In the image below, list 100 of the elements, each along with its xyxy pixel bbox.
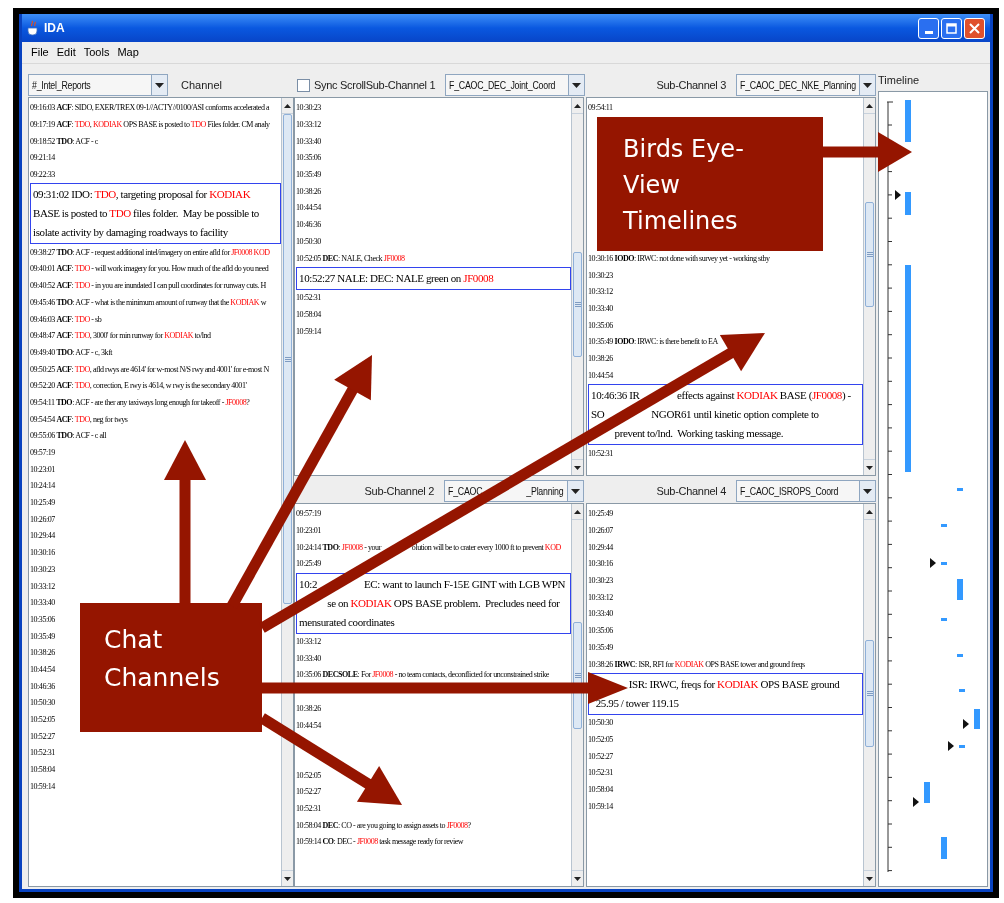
message-time: 10:30:23 — [296, 102, 321, 115]
message-time: 10:24:14 — [30, 480, 55, 493]
channel-dropdown[interactable]: F_CAOC_DEC_Joint_Coord — [445, 74, 586, 96]
message-time: 10:30:23 — [588, 269, 613, 282]
chat-message: 10:52:27 NALE: DEC: NALE green on JF0008 — [296, 266, 572, 290]
message-time: 10:46:36 — [296, 219, 321, 232]
message-time: 10:52:27 — [30, 730, 55, 743]
chat-message: 09:54:11 TDO: ACF - are ther any taxiways long enough for takeoff - JF0008? — [30, 396, 250, 409]
chat-message: 09:50:25 ACF: TDO, afld rwys are 4614' for w-most N/S rwy and 4001' for e-most N — [30, 363, 269, 376]
grip-icon — [574, 673, 581, 678]
message-time: 10:50:30 — [588, 717, 613, 730]
channel-label: Channel — [181, 77, 222, 93]
chat-message: 10:35:06 DECSOLE: For JF0008 - no team contacts, deconflicted for unconstrained strike — [296, 669, 549, 682]
message-time: 10:35:06 — [296, 152, 321, 165]
chat-message: 09:40:01 ACF: TDO - will work imagery for you. How much of the afld do you need — [30, 263, 269, 276]
close-button[interactable] — [964, 17, 985, 39]
message-time: 10:29:44 — [588, 541, 613, 554]
message-time: 10:50:30 — [296, 235, 321, 248]
close-icon — [969, 22, 980, 34]
chat-message: 09:40:52 ACF: TDO - in you are inundated I can pull coordinates for runway cuts. H — [30, 280, 266, 293]
chat-message: 10:46:36 IR effects against KODIAK BASE (JF0008) - SO NGOR61 until kinetic option complete to prevent to/lnd. Working tasking message. — [588, 384, 863, 446]
message-time: 10:52:27 — [588, 750, 613, 763]
callout: Birds Eye-View Timelines — [597, 116, 824, 251]
chat-message: 09:17:19 ACF: TDO, KODIAK OPS BASE is posted to TDO Files folder. CM analy — [30, 119, 270, 132]
menu-item[interactable]: File — [28, 44, 52, 61]
channel-dropdown[interactable]: F_CAOC_ISROPS_Coord — [736, 480, 876, 502]
chat-message: 09:48:47 ACF: TDO, 3000' for min runway for KODIAK to/lnd — [30, 330, 211, 343]
chat-message: 10:38:26 IRWC: ISR, RFI for KODIAK OPS BASE tower and ground freqs — [588, 658, 805, 671]
timeline-label: Timeline — [878, 73, 920, 87]
message-time: 10:38:26 — [588, 353, 613, 366]
scrollbar[interactable] — [281, 98, 294, 886]
message-time: 10:58:04 — [30, 764, 55, 777]
chat-message: 10:59:14 CO: DEC - JF0008 task message ready for review — [296, 836, 464, 849]
grip-icon — [866, 252, 873, 257]
scroll-down-icon — [866, 876, 873, 881]
message-time: 10:30:23 — [30, 563, 55, 576]
message-time: 10:30:16 — [30, 547, 55, 560]
sub-channel-label: Sub-Channel 2 — [364, 483, 435, 499]
scrollbar[interactable] — [863, 504, 875, 886]
message-time: 10:33:12 — [296, 636, 321, 649]
checkbox[interactable] — [297, 78, 311, 92]
chat-message: 09:46:03 ACF: TDO - sb — [30, 313, 102, 326]
message-time: 10:52:31 — [588, 767, 613, 780]
scroll-thumb[interactable] — [283, 114, 293, 604]
minimize-button[interactable] — [918, 17, 939, 39]
message-time: 10:50:30 — [30, 697, 55, 710]
message-time: 09:21:14 — [30, 152, 55, 165]
message-time: 09:22:33 — [30, 169, 55, 182]
timeline-bar — [959, 745, 965, 748]
event-marker — [948, 741, 954, 751]
menu-item[interactable]: Map — [114, 44, 142, 61]
message-time: 10:33:12 — [588, 286, 613, 299]
message-time: 10:44:54 — [588, 369, 613, 382]
scroll-thumb[interactable] — [573, 252, 583, 357]
message-time: 10:58:04 — [588, 783, 613, 796]
message-time: 10:38:26 — [296, 185, 321, 198]
scrollbar[interactable] — [863, 98, 875, 475]
maximize-button[interactable] — [941, 17, 962, 39]
channel-dropdown[interactable]: #_Intel_Reports — [28, 74, 168, 96]
chat-message: 10:2 EC: want to launch F-15E GINT with LGB WPN se on KODIAK OPS BASE problem. Precludes need for mensurated coordinates — [296, 572, 572, 634]
grip-icon — [284, 356, 291, 362]
message-time: 10:52:05 — [296, 769, 321, 782]
timeline-bar — [905, 192, 911, 215]
message-time: 10:25:49 — [296, 558, 321, 571]
menu-item[interactable]: Edit — [53, 44, 79, 61]
timeline-bar — [959, 689, 965, 692]
scroll-up-icon — [574, 509, 582, 514]
message-time: 10:33:12 — [588, 591, 613, 604]
scroll-down-icon — [574, 465, 582, 470]
scroll-thumb[interactable] — [865, 640, 874, 747]
message-time: 10:52:31 — [588, 447, 613, 460]
sub-channel-label: Sub-Channel 3 — [656, 77, 726, 93]
chat-message: ISR: IRWC, freqs for KODIAK OPS BASE ground 25.95 / tower 119.15 — [588, 672, 863, 715]
timeline-bar — [941, 618, 947, 621]
message-time: 10:44:54 — [296, 202, 321, 215]
message-time: 10:33:40 — [30, 597, 55, 610]
message-time: 10:33:12 — [296, 119, 321, 132]
message-time: 10:33:12 — [30, 580, 55, 593]
channel-dropdown[interactable]: F_CAOC_DEC_NKE_Planning — [736, 74, 876, 96]
scroll-thumb[interactable] — [865, 202, 874, 307]
scroll-up-icon — [284, 103, 292, 108]
caret-icon — [572, 82, 582, 88]
scrollbar[interactable] — [571, 504, 584, 886]
message-time: 10:44:54 — [30, 663, 55, 676]
message-time: 10:33:40 — [296, 652, 321, 665]
scroll-thumb[interactable] — [573, 622, 583, 729]
message-time: 10:58:04 — [296, 308, 321, 321]
message-time: 10:52:05 — [588, 733, 613, 746]
message-time: 10:35:49 — [296, 169, 321, 182]
window-title: IDA — [44, 20, 65, 37]
scroll-down-icon — [866, 465, 873, 470]
message-time: 10:25:49 — [588, 508, 613, 521]
scrollbar[interactable] — [571, 98, 584, 475]
checkbox-label: Sync Scroll — [314, 77, 366, 93]
menu-item[interactable]: Tools — [80, 44, 113, 61]
message-time: 10:35:06 — [30, 613, 55, 626]
message-time: 10:35:49 — [30, 630, 55, 643]
sub-channel-label: Sub-Channel 1 — [365, 77, 436, 93]
message-time: 10:44:54 — [296, 719, 321, 732]
maximize-icon — [946, 22, 957, 34]
